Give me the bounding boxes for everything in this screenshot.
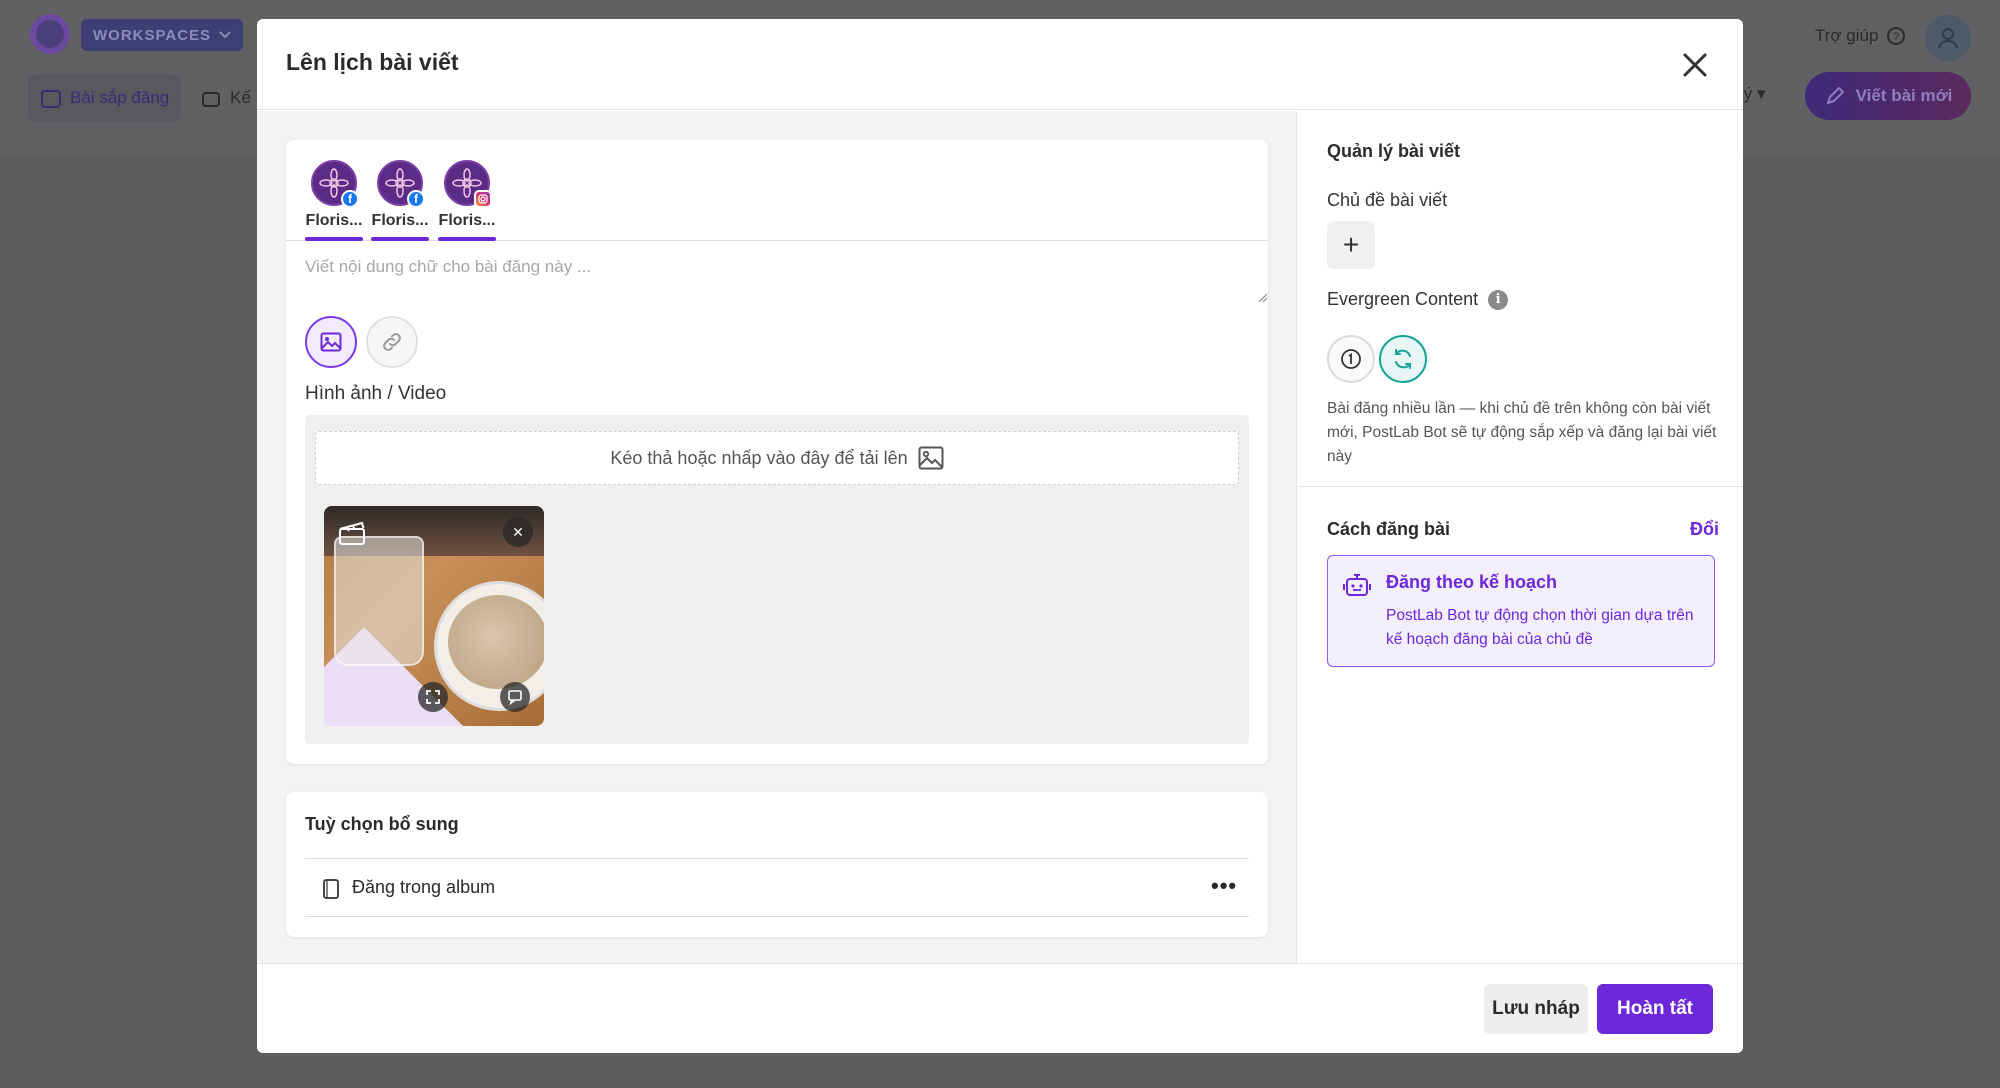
evergreen-description: Bài đăng nhiều lần — khi chủ đề trên khô… xyxy=(1327,400,1717,465)
link-media-button[interactable] xyxy=(366,316,418,368)
album-option-label: Đăng trong album xyxy=(352,877,496,897)
posting-method-description: PostLab Bot tự động chọn thời gian dựa t… xyxy=(1386,607,1694,648)
link-icon xyxy=(383,333,401,351)
dropzone-label: Kéo thả hoặc nhấp vào đây để tải lên xyxy=(610,447,908,468)
bot-icon xyxy=(202,92,220,107)
evergreen-repeat-button[interactable] xyxy=(1379,335,1427,383)
account-name: Floris... xyxy=(438,212,496,229)
image-upload-icon xyxy=(918,446,944,470)
post-settings-pane: Quản lý bài viết Chủ đề bài viết + Everg… xyxy=(1298,111,1743,963)
user-icon xyxy=(1938,28,1958,49)
add-topic-button[interactable]: + xyxy=(1327,221,1375,269)
post-content-textarea[interactable]: Viết nội dung chữ cho bài đăng này ... xyxy=(286,241,1268,303)
editor-pane: f Floris... f Floris... Floris... Viết n… xyxy=(257,111,1297,963)
account-tab-3[interactable]: Floris... xyxy=(438,160,496,241)
divider xyxy=(1298,486,1743,487)
refresh-icon xyxy=(1395,349,1411,369)
modal-footer: Lưu nháp Hoàn tất xyxy=(257,963,1743,1053)
uploaded-media-thumbnail[interactable]: ✕ xyxy=(324,506,544,726)
close-icon xyxy=(1683,53,1707,77)
pen-icon xyxy=(1826,86,1845,105)
evergreen-label: Evergreen Content xyxy=(1327,289,1479,309)
new-post-button: Viết bài mới xyxy=(1805,72,1971,120)
facebook-icon: f xyxy=(407,190,425,208)
album-icon xyxy=(323,879,339,899)
account-name: Floris... xyxy=(305,212,363,229)
tab-scheduled-label: Bài sắp đăng xyxy=(70,88,170,107)
composer-card: f Floris... f Floris... Floris... Viết n… xyxy=(286,140,1268,764)
post-management-title: Quản lý bài viết xyxy=(1327,141,1461,161)
comment-icon xyxy=(508,690,522,705)
photo-detail xyxy=(448,595,544,689)
posting-method-title: Cách đăng bài xyxy=(1327,519,1451,539)
close-button[interactable] xyxy=(1677,47,1713,83)
new-post-label: Viết bài mới xyxy=(1855,86,1953,105)
account-tab-1[interactable]: f Floris... xyxy=(305,160,363,241)
app-logo xyxy=(30,14,70,54)
chevron-down-icon xyxy=(219,31,231,39)
extra-options-card: Tuỳ chọn bổ sung Đăng trong album ••• xyxy=(286,792,1268,937)
modal-header: Lên lịch bài viết xyxy=(257,19,1743,110)
video-clapper-icon xyxy=(339,521,365,545)
tab-plan-label: Kế xyxy=(230,88,251,107)
album-option-row[interactable]: Đăng trong album ••• xyxy=(305,858,1249,917)
remove-media-button[interactable]: ✕ xyxy=(503,517,533,547)
account-tab-2[interactable]: f Floris... xyxy=(371,160,429,241)
evergreen-header: Evergreen Content i xyxy=(1327,289,1509,310)
manage-menu: lý ▾ xyxy=(1740,84,1766,103)
photo-detail xyxy=(334,536,424,666)
workspaces-dropdown: WORKSPACES xyxy=(81,19,244,51)
media-area: Kéo thả hoặc nhấp vào đây để tải lên ✕ xyxy=(305,415,1249,744)
posting-method-card[interactable]: Đăng theo kế hoạch PostLab Bot tự động c… xyxy=(1327,555,1715,667)
image-icon xyxy=(320,332,342,352)
account-name: Floris... xyxy=(371,212,429,229)
more-options-button[interactable]: ••• xyxy=(1211,873,1237,899)
expand-icon xyxy=(426,690,440,704)
modal-title: Lên lịch bài viết xyxy=(286,49,459,75)
media-section-label: Hình ảnh / Video xyxy=(305,383,447,404)
calendar-icon xyxy=(41,90,61,108)
image-media-button[interactable] xyxy=(305,316,357,368)
account-selector: f Floris... f Floris... Floris... xyxy=(286,140,1268,241)
post-content-placeholder: Viết nội dung chữ cho bài đăng này ... xyxy=(305,257,592,276)
bot-icon xyxy=(1343,574,1371,596)
instagram-icon xyxy=(474,190,492,208)
post-once-button[interactable] xyxy=(1327,335,1375,383)
user-avatar xyxy=(1925,15,1971,61)
schedule-post-modal: Lên lịch bài viết f Floris... f Floris..… xyxy=(257,19,1743,1053)
svg-text:?: ? xyxy=(1893,31,1899,43)
finish-button[interactable]: Hoàn tất xyxy=(1597,984,1713,1034)
help-link: Trợ giúp ? xyxy=(1815,26,1906,46)
topic-label: Chủ đề bài viết xyxy=(1327,190,1448,210)
tab-plan: Kế xyxy=(200,74,251,122)
facebook-icon: f xyxy=(341,190,359,208)
expand-media-button[interactable] xyxy=(418,682,448,712)
one-time-icon xyxy=(1341,349,1361,369)
info-icon[interactable]: i xyxy=(1488,289,1509,310)
question-icon: ? xyxy=(1887,27,1906,45)
help-label: Trợ giúp xyxy=(1815,26,1879,45)
extra-options-title: Tuỳ chọn bổ sung xyxy=(305,814,459,834)
save-draft-button[interactable]: Lưu nháp xyxy=(1484,984,1588,1034)
change-method-link[interactable]: Đổi xyxy=(1690,519,1719,540)
workspaces-label: WORKSPACES xyxy=(93,26,212,44)
tab-scheduled-posts: Bài sắp đăng xyxy=(28,74,182,122)
resize-grip-icon[interactable] xyxy=(1256,291,1268,303)
upload-dropzone[interactable]: Kéo thả hoặc nhấp vào đây để tải lên xyxy=(315,431,1239,485)
posting-method-name: Đăng theo kế hoạch xyxy=(1386,572,1558,592)
caption-media-button[interactable] xyxy=(500,682,530,712)
